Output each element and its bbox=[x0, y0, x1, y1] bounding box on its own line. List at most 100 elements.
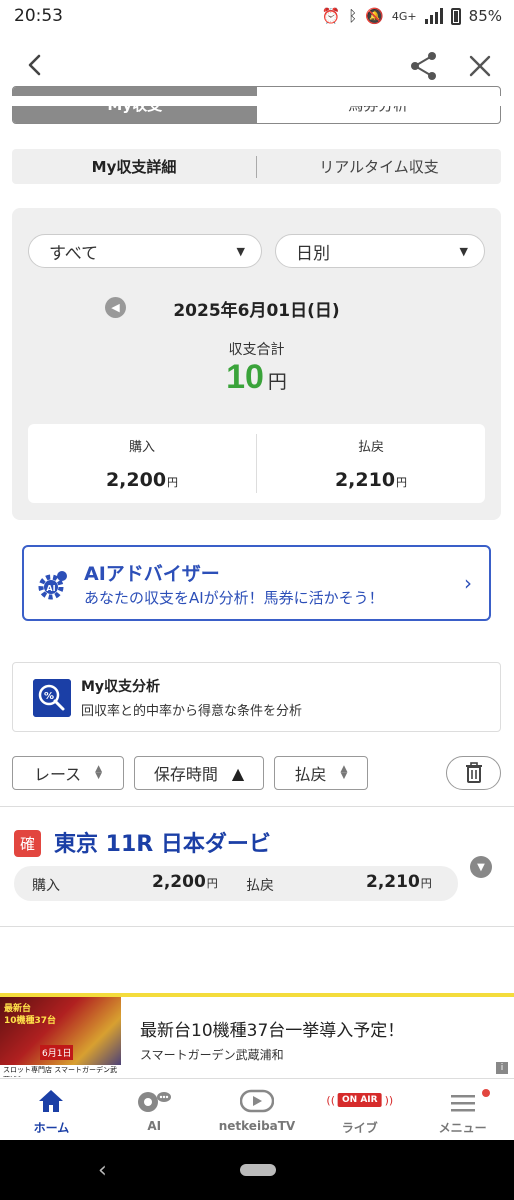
ai-head-icon bbox=[138, 1092, 172, 1112]
tab-realtime-balance[interactable]: リアルタイム収支 bbox=[257, 156, 501, 177]
type-dropdown-value: すべて bbox=[49, 243, 99, 264]
sort-saved-time-button[interactable]: 保存時間 ▲ bbox=[134, 756, 264, 790]
signal-icon bbox=[424, 8, 443, 24]
caret-down-icon: ▼ bbox=[459, 244, 468, 258]
period-dropdown-value: 日別 bbox=[296, 243, 330, 264]
nav-shadow-cover bbox=[0, 96, 514, 106]
battery-icon bbox=[450, 7, 461, 25]
race-payout-label: 払戻 bbox=[246, 878, 274, 894]
tab-netkeiba-tv-label: netkeibaTV bbox=[218, 1119, 296, 1133]
race-summary-bar: 購入 2,200円 払戻 2,210円 bbox=[14, 866, 458, 901]
share-icon[interactable] bbox=[406, 48, 442, 84]
summary-card: すべて ▼ 日別 ▼ 2025年6月01日(日) ◀ 収支合計 10 円 購入 2… bbox=[12, 208, 501, 520]
analysis-description: 回収率と的中率から得意な条件を分析 bbox=[81, 704, 303, 719]
battery-level: 85% bbox=[468, 7, 502, 25]
tab-live[interactable]: ((ON AIR)) ライブ bbox=[308, 1079, 411, 1140]
bluetooth-icon: ᛒ bbox=[348, 7, 358, 25]
type-dropdown[interactable]: すべて ▼ bbox=[28, 234, 262, 268]
system-home-pill[interactable] bbox=[240, 1164, 276, 1176]
prev-date-icon[interactable]: ◀ bbox=[105, 297, 126, 318]
tab-menu[interactable]: メニュー bbox=[411, 1079, 514, 1140]
sort-saved-time-label: 保存時間 bbox=[153, 765, 218, 784]
tab-ai-label: AI bbox=[147, 1119, 162, 1133]
race-purchase-label: 購入 bbox=[32, 878, 60, 894]
ad-image[interactable]: 最新台 10機種37台 6月1日 スロット専門店 スマートガーデン武蔵浦和 bbox=[0, 997, 121, 1077]
balance-analysis-card[interactable]: % My収支分析 回収率と的中率から得意な条件を分析 bbox=[12, 662, 501, 732]
payout-cell: 払戻 2,210円 bbox=[257, 424, 485, 503]
ai-advisor-description: あなたの収支をAIが分析！馬券に活かそう！ bbox=[84, 589, 384, 607]
sort-updown-icon: ▲ ▼ bbox=[95, 764, 103, 781]
ad-image-footer: スロット専門店 スマートガーデン武蔵浦和 bbox=[0, 1065, 121, 1077]
system-nav-bar: ‹ bbox=[0, 1140, 514, 1200]
sub-tabs: My収支詳細 リアルタイム収支 bbox=[12, 149, 501, 184]
network-label: 4G+ bbox=[391, 9, 417, 23]
status-time: 20:53 bbox=[14, 6, 63, 26]
payout-label: 払戻 bbox=[357, 440, 384, 455]
analysis-title: My収支分析 bbox=[81, 679, 161, 695]
payout-value: 2,210 bbox=[334, 469, 396, 491]
period-dropdown[interactable]: 日別 ▼ bbox=[275, 234, 485, 268]
ad-title[interactable]: 最新台10機種37台一挙導入予定！ bbox=[140, 1016, 404, 1041]
trash-icon bbox=[465, 762, 482, 783]
caret-down-icon: ▼ bbox=[236, 244, 245, 258]
svg-text:%: % bbox=[44, 691, 54, 702]
tab-netkeiba-tv[interactable]: netkeibaTV bbox=[206, 1079, 309, 1140]
system-back-icon[interactable]: ‹ bbox=[98, 1158, 107, 1183]
purchase-value: 2,200 bbox=[105, 469, 167, 491]
payout-unit: 円 bbox=[396, 476, 408, 489]
status-icons: ⏰ ᛒ 🔕 4G+ 85% bbox=[322, 7, 502, 25]
race-payout-unit: 円 bbox=[420, 877, 432, 890]
divider bbox=[0, 806, 514, 807]
total-row: 10 円 bbox=[12, 358, 501, 397]
mute-icon: 🔕 bbox=[365, 7, 384, 25]
chevron-right-icon: › bbox=[464, 571, 472, 595]
race-title[interactable]: 東京 11R 日本ダービ bbox=[54, 826, 271, 858]
home-icon bbox=[39, 1090, 64, 1112]
sort-race-label: レース bbox=[33, 765, 82, 784]
menu-icon bbox=[450, 1095, 475, 1112]
race-purchase-value: 2,200 bbox=[152, 872, 206, 892]
tab-ai[interactable]: AI bbox=[103, 1079, 206, 1140]
on-air-badge: ON AIR bbox=[338, 1093, 382, 1107]
svg-text:AI: AI bbox=[46, 584, 55, 593]
close-icon[interactable] bbox=[462, 48, 498, 84]
alarm-icon: ⏰ bbox=[321, 7, 341, 25]
sort-payout-button[interactable]: 払戻 ▲ ▼ bbox=[274, 756, 368, 790]
percent-search-icon: % bbox=[33, 679, 71, 717]
ad-subtitle: スマートガーデン武蔵浦和 bbox=[140, 1048, 284, 1062]
tab-live-label: ライブ bbox=[341, 1121, 378, 1135]
race-purchase-unit: 円 bbox=[206, 877, 218, 890]
tv-play-icon bbox=[239, 1089, 274, 1113]
ai-advisor-title: AIアドバイザー bbox=[84, 563, 220, 585]
ad-image-text: 10機種37台 bbox=[4, 1016, 57, 1026]
total-label: 収支合計 bbox=[228, 342, 285, 358]
tab-home-label: ホーム bbox=[33, 1121, 70, 1135]
notification-dot bbox=[481, 1089, 490, 1097]
expand-chevron-icon[interactable]: ▼ bbox=[470, 856, 492, 878]
purchase-cell: 購入 2,200円 bbox=[28, 424, 256, 503]
tab-balance-detail[interactable]: My収支詳細 bbox=[12, 156, 256, 177]
race-payout-value: 2,210 bbox=[366, 872, 420, 892]
sort-updown-icon: ▲ ▼ bbox=[340, 764, 348, 781]
delete-button[interactable] bbox=[446, 756, 501, 790]
ai-gear-icon: AI bbox=[38, 571, 67, 600]
sort-payout-label: 払戻 bbox=[294, 765, 327, 784]
purchase-label: 購入 bbox=[128, 440, 155, 455]
bottom-tab-bar: ホーム AI netkeibaTV ((ON AIR)) ライブ メニュー bbox=[0, 1078, 514, 1140]
tab-home[interactable]: ホーム bbox=[0, 1079, 103, 1140]
sort-race-button[interactable]: レース ▲ ▼ bbox=[12, 756, 124, 790]
purchase-unit: 円 bbox=[167, 476, 179, 489]
ad-image-date: 6月1日 bbox=[40, 1045, 74, 1060]
divider bbox=[0, 926, 514, 927]
purchase-payout-box: 購入 2,200円 払戻 2,210円 bbox=[28, 424, 485, 503]
date-label: 2025年6月01日(日) bbox=[173, 301, 340, 321]
total-unit: 円 bbox=[267, 371, 287, 393]
total-value: 10 bbox=[226, 358, 264, 396]
back-icon[interactable] bbox=[18, 48, 52, 82]
confirmed-badge: 確 bbox=[14, 830, 41, 857]
on-air-icon: ((ON AIR)) bbox=[326, 1093, 394, 1107]
ad-info-icon[interactable]: i bbox=[496, 1062, 508, 1074]
ai-advisor-banner[interactable]: AI AIアドバイザー あなたの収支をAIが分析！馬券に活かそう！ › bbox=[22, 545, 491, 621]
tab-menu-label: メニュー bbox=[438, 1121, 487, 1135]
sort-asc-icon: ▲ bbox=[231, 763, 245, 783]
